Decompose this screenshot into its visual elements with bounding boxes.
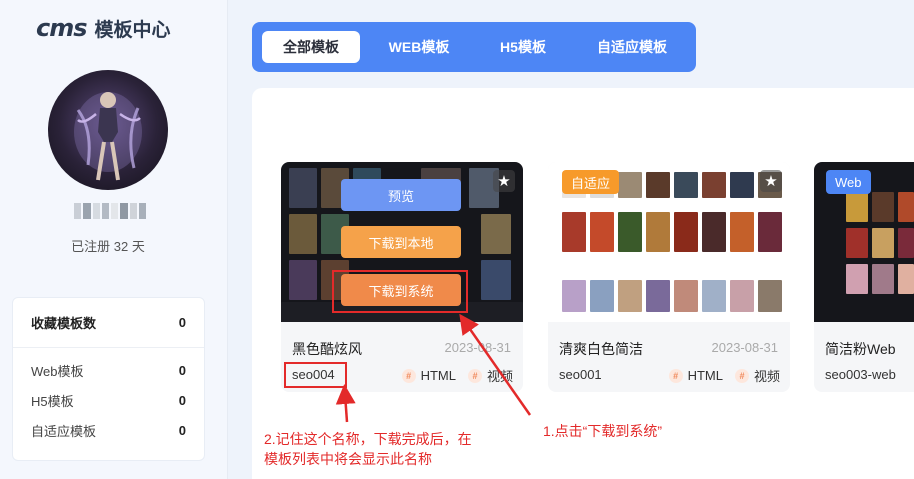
template-tags: # HTML # 视频 <box>401 366 513 385</box>
stat-row-h5[interactable]: H5模板 0 <box>13 385 204 415</box>
tag: # HTML <box>401 368 456 383</box>
stat-label: 自适应模板 <box>31 423 97 439</box>
tab-responsive[interactable]: 自适应模板 <box>568 31 696 63</box>
template-tags: # HTML # 视频 <box>668 366 780 385</box>
tag-label: 视频 <box>486 369 513 384</box>
logo-title: 模板中心 <box>94 19 171 41</box>
template-type-badge: 自适应 <box>562 170 620 194</box>
hash-icon: # <box>668 368 683 383</box>
template-date: 2023-08-31 <box>711 340 779 355</box>
stat-row-responsive[interactable]: 自适应模板 0 <box>13 415 204 445</box>
stats-total: 0 <box>178 315 186 330</box>
registered-days: 已注册 32 天 <box>71 239 145 254</box>
note-line: 模板列表中将会显示此名称 <box>264 451 432 467</box>
avatar[interactable] <box>48 70 168 190</box>
hash-icon: # <box>734 368 749 383</box>
template-thumbnail: 自适应 ★ <box>548 162 790 322</box>
stat-label: Web模板 <box>31 363 84 379</box>
note-line: 2.记住这个名称，下载完成后，在 <box>264 431 472 447</box>
template-date: 2023-08-31 <box>444 340 512 355</box>
sidebar: cms 模板中心 已注册 32 天 收藏模板数 0 Web模板 0 H5模板 0… <box>0 0 228 479</box>
logo[interactable]: cms 模板中心 <box>36 14 171 42</box>
template-type-badge: Web <box>826 170 871 194</box>
preview-button[interactable]: 预览 <box>341 179 461 211</box>
hash-icon: # <box>467 368 482 383</box>
template-code: seo001 <box>559 367 602 382</box>
hash-icon: # <box>401 368 416 383</box>
template-card[interactable]: Web 简洁粉Web seo003-web <box>814 162 914 392</box>
annotation-note-click-download: 1.点击“下载到系统” <box>543 423 662 439</box>
favorite-star-icon[interactable]: ★ <box>760 170 782 192</box>
stat-value: 0 <box>178 362 186 378</box>
username-blurred <box>74 203 146 219</box>
template-code: seo003-web <box>825 367 896 382</box>
template-tabs: 全部模板 WEB模板 H5模板 自适应模板 <box>252 22 696 72</box>
tab-all[interactable]: 全部模板 <box>262 31 360 63</box>
favorites-stats: 收藏模板数 0 Web模板 0 H5模板 0 自适应模板 0 <box>12 297 205 461</box>
stats-header: 收藏模板数 0 <box>13 298 204 348</box>
stat-label: H5模板 <box>31 393 74 409</box>
highlight-download-system <box>332 270 468 313</box>
logo-mark: cms <box>36 14 88 42</box>
tag-label: HTML <box>420 368 456 383</box>
template-card[interactable]: 自适应 ★ 清爽白色简洁 2023-08-31 seo001 # HTML # 视频 <box>548 162 790 392</box>
stat-value: 0 <box>178 392 186 408</box>
download-local-button[interactable]: 下载到本地 <box>341 226 461 258</box>
annotation-note-remember-name: 2.记住这个名称，下载完成后，在 模板列表中将会显示此名称 <box>264 429 472 469</box>
tab-web[interactable]: WEB模板 <box>360 31 478 63</box>
favorite-star-icon[interactable]: ★ <box>493 170 515 192</box>
tag-label: HTML <box>687 368 723 383</box>
tag: # 视频 <box>467 366 513 385</box>
stats-title: 收藏模板数 <box>31 316 97 331</box>
tag: # 视频 <box>734 366 780 385</box>
template-title: 清爽白色简洁 <box>559 341 643 357</box>
highlight-template-code <box>284 362 347 388</box>
tag-label: 视频 <box>753 369 780 384</box>
template-thumbnail: Web <box>814 162 914 322</box>
template-title: 黑色酷炫风 <box>292 341 362 357</box>
stat-row-web[interactable]: Web模板 0 <box>13 355 204 385</box>
tag: # HTML <box>668 368 723 383</box>
stat-value: 0 <box>178 422 186 438</box>
tab-h5[interactable]: H5模板 <box>478 31 568 63</box>
template-title: 简洁粉Web <box>825 341 896 357</box>
